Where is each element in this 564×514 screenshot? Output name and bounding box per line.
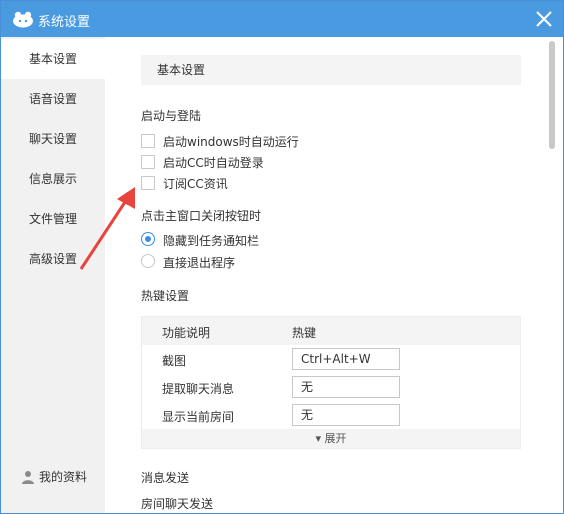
close-behavior-title: 点击主窗口关闭按钮时 (141, 209, 262, 223)
sidebar-item-label: 聊天设置 (28, 132, 77, 146)
hotkey-table-header: 功能说明 热键 (142, 317, 520, 345)
hotkey-input[interactable]: 无 (292, 404, 400, 426)
sidebar-item-label: 基本设置 (28, 52, 77, 66)
sidebar-item-label: 文件管理 (28, 212, 77, 226)
startup-group-title: 启动与登陆 (141, 109, 202, 123)
hotkey-function: 截图 (162, 354, 187, 368)
hotkey-function: 提取聊天消息 (162, 382, 235, 396)
checkbox-box[interactable] (141, 176, 155, 190)
scrollbar[interactable] (545, 37, 563, 513)
title-bar: 系统设置 (1, 1, 563, 37)
checkbox-label: 启动windows时自动运行 (163, 135, 299, 149)
window-title: 系统设置 (38, 15, 91, 30)
scrollbar-thumb[interactable] (549, 41, 555, 149)
expand-label: 展开 (324, 432, 347, 445)
sidebar-item-advanced[interactable]: 高级设置 (1, 239, 105, 279)
profile-label: 我的资料 (39, 470, 88, 484)
sidebar-item-voice[interactable]: 语音设置 (1, 79, 105, 119)
sidebar-item-chat[interactable]: 聊天设置 (1, 119, 105, 159)
checkbox-box[interactable] (141, 155, 155, 169)
section-header: 基本设置 (141, 55, 521, 85)
table-row: 显示当前房间 无 (142, 402, 520, 430)
settings-content: 基本设置 启动与登陆 启动windows时自动运行 启动CC时自动登录 订阅CC… (105, 37, 545, 513)
column-header-hotkey: 热键 (292, 326, 317, 340)
radio-button[interactable] (141, 232, 155, 246)
checkbox-label: 订阅CC资讯 (163, 177, 228, 191)
section-title: 基本设置 (157, 63, 206, 77)
sidebar-item-info[interactable]: 信息展示 (1, 159, 105, 199)
hotkey-table: 功能说明 热键 截图 Ctrl+Alt+W 提取聊天消息 无 显示当前房间 无 … (141, 316, 521, 449)
user-icon (22, 471, 34, 484)
room-chat-send-label: 房间聊天发送 (141, 497, 214, 511)
sidebar-item-files[interactable]: 文件管理 (1, 199, 105, 239)
hotkey-input[interactable]: Ctrl+Alt+W (292, 348, 400, 370)
column-header-function: 功能说明 (162, 326, 211, 340)
sidebar-item-label: 语音设置 (28, 92, 77, 106)
sidebar: 基本设置 语音设置 聊天设置 信息展示 文件管理 高级设置 我的资料 (1, 37, 105, 513)
table-row: 截图 Ctrl+Alt+W (142, 346, 520, 374)
checkbox-label: 启动CC时自动登录 (163, 156, 264, 170)
sidebar-item-label: 高级设置 (28, 252, 77, 266)
hotkey-function: 显示当前房间 (162, 410, 235, 424)
caret-down-icon: ▾ (315, 432, 322, 445)
close-icon[interactable] (533, 8, 555, 30)
settings-window: 系统设置 基本设置 语音设置 聊天设置 信息展示 文件管理 高级设置 我的资料 … (0, 0, 564, 514)
radio-button[interactable] (141, 254, 155, 268)
radio-label: 隐藏到任务通知栏 (163, 234, 260, 248)
sidebar-item-basic[interactable]: 基本设置 (1, 39, 105, 79)
radio-label: 直接退出程序 (163, 256, 236, 270)
expand-button[interactable]: ▾ 展开 (142, 429, 520, 448)
hotkey-input[interactable]: 无 (292, 376, 400, 398)
cc-logo-icon (13, 11, 33, 28)
message-send-title: 消息发送 (141, 471, 190, 485)
hotkeys-title: 热键设置 (141, 289, 190, 303)
table-row: 提取聊天消息 无 (142, 374, 520, 402)
checkbox-box[interactable] (141, 134, 155, 148)
sidebar-item-label: 信息展示 (28, 172, 77, 186)
